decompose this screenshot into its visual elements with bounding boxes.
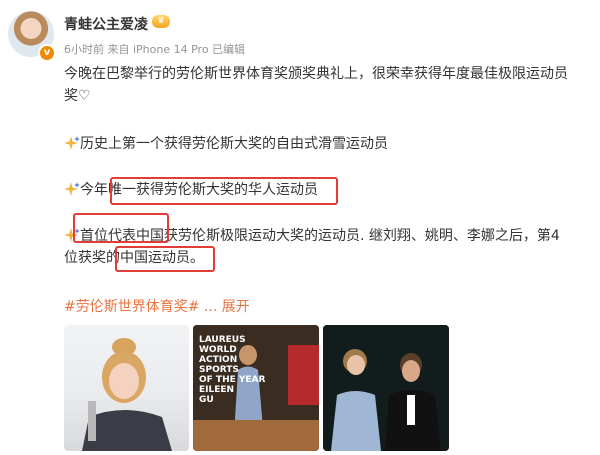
post-image-1[interactable]	[64, 325, 189, 451]
bullet-2-text: 今年唯一获得劳伦斯大奖的华人运动员	[80, 182, 318, 198]
sparkle-emoji-icon	[64, 136, 80, 150]
post-text-line-2: 奖♡	[64, 86, 91, 106]
post-text-line-1: 今晚在巴黎举行的劳伦斯世界体育奖颁奖典礼上，很荣幸获得年度最佳极限运动员	[64, 66, 568, 82]
sparkle-emoji-icon	[64, 228, 80, 242]
bullet-2: 今年唯一获得劳伦斯大奖的华人运动员	[64, 180, 318, 200]
post-text-line-2-text: 奖	[64, 88, 78, 104]
username[interactable]: 青蛙公主爱凌	[64, 14, 148, 34]
post-image-3[interactable]	[323, 325, 449, 451]
expand-link[interactable]: ... 展开	[204, 299, 250, 315]
hashtag-link[interactable]: #劳伦斯世界体育奖# ... 展开	[64, 296, 250, 316]
bullet-1-text: 历史上第一个获得劳伦斯大奖的自由式滑雪运动员	[80, 136, 388, 152]
post-meta: 6小时前 来自 iPhone 14 Pro 已编辑	[64, 43, 246, 56]
crown-badge-icon: ♛	[152, 15, 170, 28]
red-carpet-illustration	[323, 325, 449, 451]
bullet-3-text: 首位代表中国获劳伦斯极限运动大奖的运动员. 继刘翔、姚明、李娜之后，第4	[80, 228, 560, 244]
heart-outline-icon: ♡	[78, 88, 91, 104]
sparkle-emoji-icon	[64, 182, 80, 196]
post-image-2[interactable]: LAUREUS WORLD ACTION SPORTS OF THE YEAR EILEE…	[193, 325, 319, 451]
hashtag-text[interactable]: #劳伦斯世界体育奖#	[64, 299, 199, 315]
award-text: LAUREUS WORLD ACTION SPORTS OF THE YEAR EILEE…	[199, 335, 266, 405]
bullet-3-line-2: 位获奖的中国运动员。	[64, 250, 204, 266]
portrait-illustration	[82, 338, 172, 451]
verified-badge-icon: v	[38, 44, 56, 62]
bullet-3: 首位代表中国获劳伦斯极限运动大奖的运动员. 继刘翔、姚明、李娜之后，第4	[64, 226, 560, 246]
bullet-1: 历史上第一个获得劳伦斯大奖的自由式滑雪运动员	[64, 134, 388, 154]
